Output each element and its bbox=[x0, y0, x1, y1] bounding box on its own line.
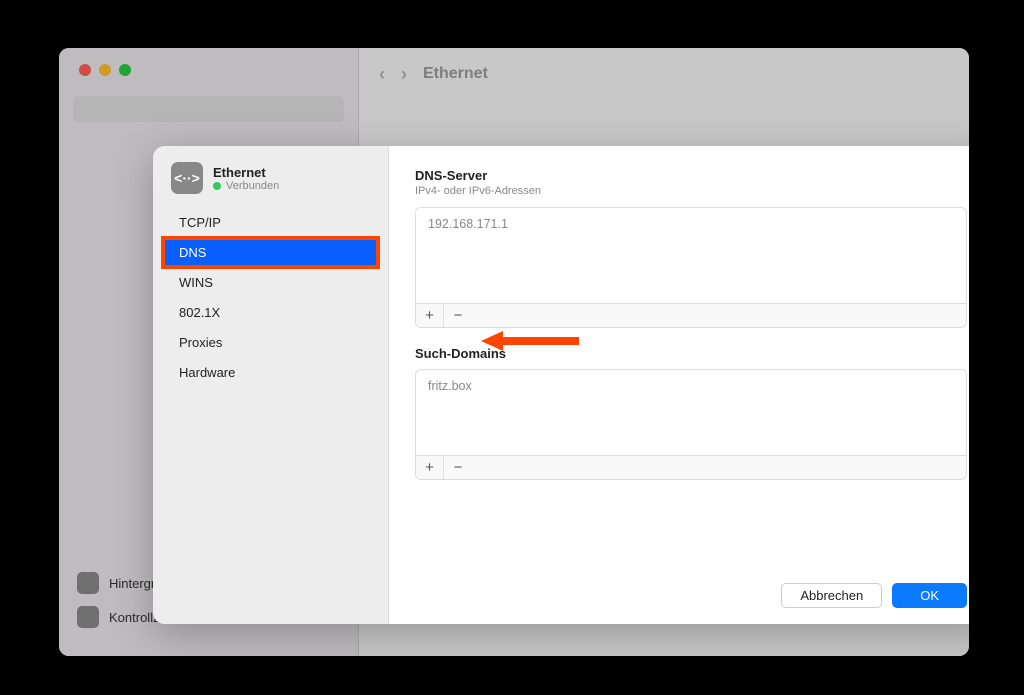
network-settings-sheet: <··> Ethernet Verbunden TCP/IP DNS WINS … bbox=[153, 146, 969, 624]
tab-proxies[interactable]: Proxies bbox=[163, 328, 378, 357]
connection-status-label: Verbunden bbox=[226, 180, 279, 192]
remove-domain-button[interactable]: − bbox=[444, 456, 472, 479]
tab-tcpip[interactable]: TCP/IP bbox=[163, 208, 378, 237]
tab-hardware[interactable]: Hardware bbox=[163, 358, 378, 387]
tab-dns[interactable]: DNS bbox=[163, 238, 378, 267]
ok-button[interactable]: OK bbox=[892, 583, 967, 608]
system-settings-window: Hintergrundbild Kontrollzentrum ‹ › Ethe… bbox=[59, 48, 969, 656]
annotation-arrow bbox=[481, 331, 579, 351]
connection-status: Verbunden bbox=[213, 180, 279, 192]
dns-servers-footer: + − bbox=[416, 303, 966, 327]
arrow-shaft bbox=[503, 337, 579, 345]
arrow-head-icon bbox=[481, 331, 503, 351]
add-dns-button[interactable]: + bbox=[416, 304, 444, 327]
status-dot-connected bbox=[213, 182, 221, 190]
tab-wins[interactable]: WINS bbox=[163, 268, 378, 297]
sheet-content: DNS-Server IPv4- oder IPv6-Adressen 192.… bbox=[389, 146, 969, 624]
search-domain-entry[interactable]: fritz.box bbox=[426, 376, 956, 396]
search-domains-list: fritz.box + − bbox=[415, 369, 967, 480]
sheet-sidebar: <··> Ethernet Verbunden TCP/IP DNS WINS … bbox=[153, 146, 389, 624]
ethernet-icon: <··> bbox=[171, 162, 203, 194]
sheet-button-row: Abbrechen OK bbox=[415, 567, 967, 608]
add-domain-button[interactable]: + bbox=[416, 456, 444, 479]
sheet-tabs-list: TCP/IP DNS WINS 802.1X Proxies Hardware bbox=[153, 208, 388, 387]
dns-servers-list: 192.168.171.1 + − bbox=[415, 207, 967, 328]
cancel-button[interactable]: Abbrechen bbox=[781, 583, 882, 608]
search-domains-body[interactable]: fritz.box bbox=[416, 370, 966, 455]
dns-servers-body[interactable]: 192.168.171.1 bbox=[416, 208, 966, 303]
connection-name: Ethernet bbox=[213, 165, 279, 180]
search-domains-footer: + − bbox=[416, 455, 966, 479]
dns-servers-section: DNS-Server IPv4- oder IPv6-Adressen 192.… bbox=[415, 168, 967, 328]
connection-header: <··> Ethernet Verbunden bbox=[153, 162, 388, 208]
dns-servers-subtitle: IPv4- oder IPv6-Adressen bbox=[415, 185, 967, 197]
dns-servers-title: DNS-Server bbox=[415, 168, 967, 183]
remove-dns-button[interactable]: − bbox=[444, 304, 472, 327]
tab-8021x[interactable]: 802.1X bbox=[163, 298, 378, 327]
dns-server-entry[interactable]: 192.168.171.1 bbox=[426, 214, 956, 234]
search-domains-section: Such-Domains fritz.box + − bbox=[415, 346, 967, 480]
